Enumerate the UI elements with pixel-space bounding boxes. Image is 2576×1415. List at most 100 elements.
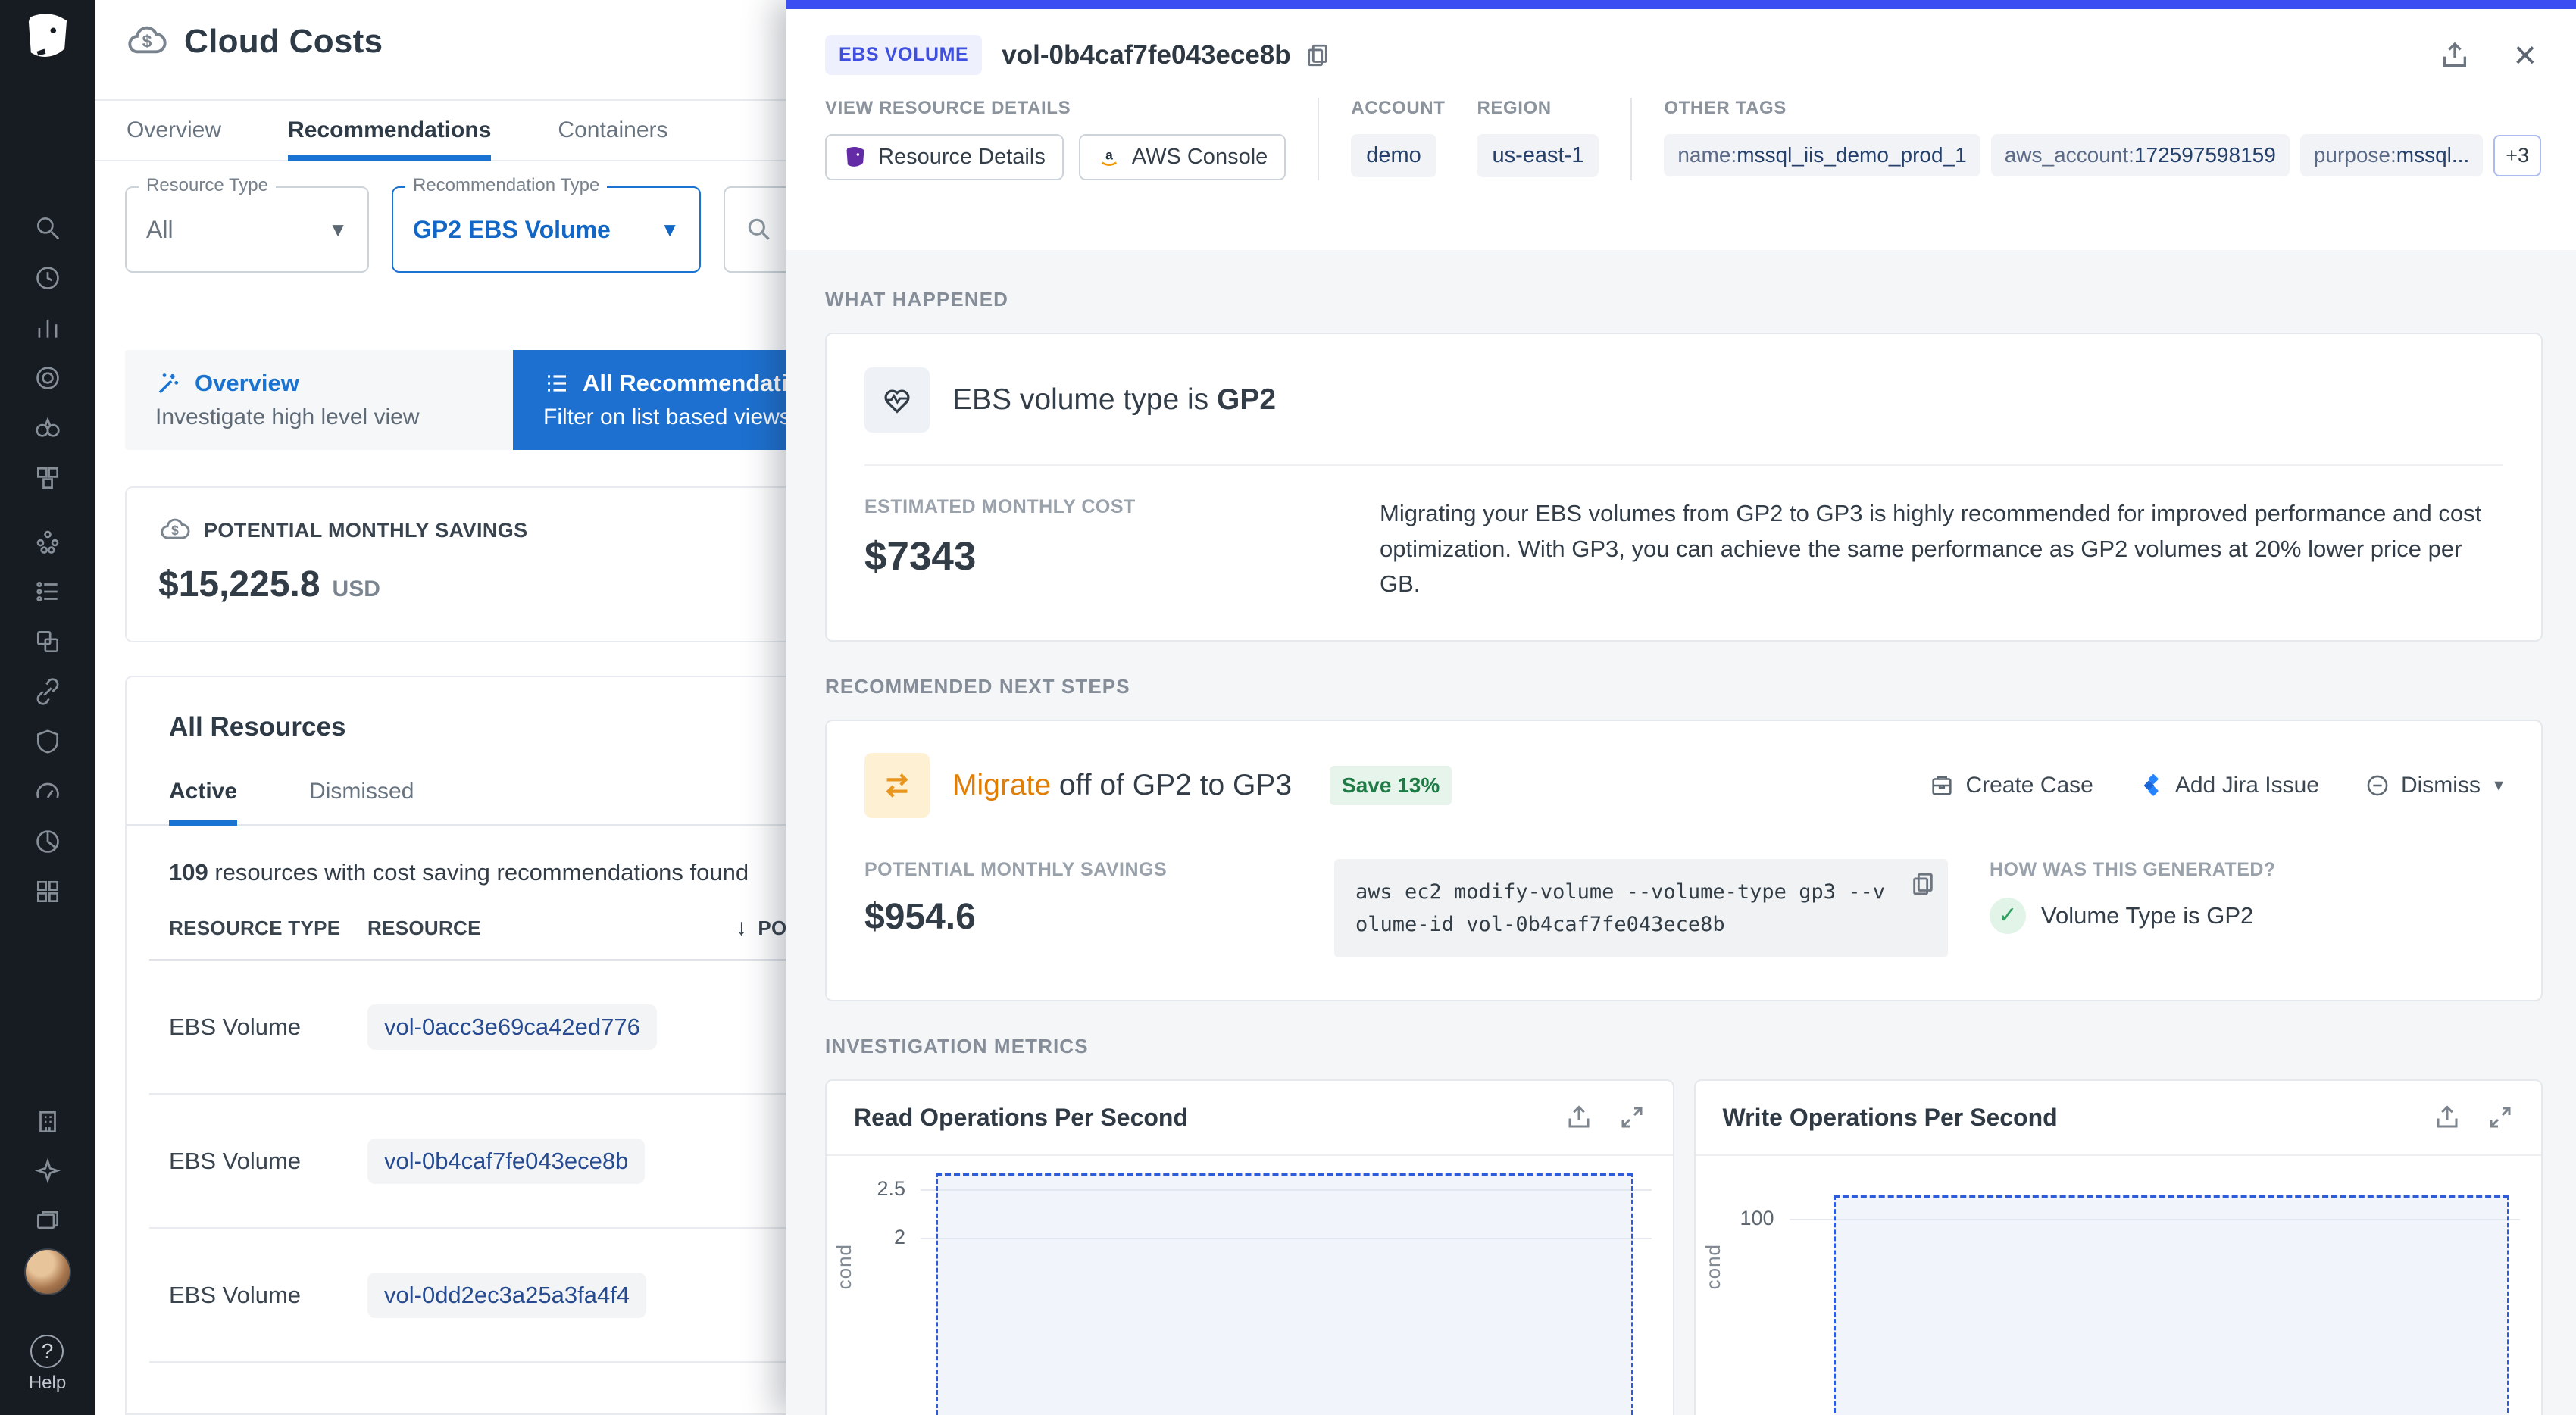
copy-icon[interactable] <box>1305 42 1330 68</box>
column-potential-savings[interactable]: ↓POTENTIAL SAVINGS <box>736 915 786 941</box>
binoculars-icon[interactable] <box>33 414 62 442</box>
resource-link[interactable]: vol-0acc3e69ca42ed776 <box>367 1004 657 1050</box>
cli-command: aws ec2 modify-volume --volume-type gp3 … <box>1355 876 1895 941</box>
aws-console-button[interactable]: a AWS Console <box>1079 134 1286 180</box>
help-label[interactable]: Help <box>29 1373 66 1394</box>
table-row[interactable]: EBS Volume vol-0dd2ec3a25a3fa4f4 <box>149 1229 786 1363</box>
tag[interactable]: purpose:mssql... <box>2300 134 2483 176</box>
view-card-overview[interactable]: Overview Investigate high level view <box>125 350 513 450</box>
aws-icon: a <box>1097 145 1121 170</box>
building-icon[interactable] <box>33 1107 62 1136</box>
search-icon[interactable] <box>33 214 62 242</box>
user-avatar[interactable] <box>24 1248 71 1295</box>
potential-savings-card: $ POTENTIAL MONTHLY SAVINGS $15,225.8 US… <box>125 486 786 642</box>
savings-label: POTENTIAL MONTHLY SAVINGS <box>204 519 528 542</box>
tag[interactable]: name:mssql_iis_demo_prod_1 <box>1664 134 1980 176</box>
what-happened-heading: WHAT HAPPENED <box>825 288 2543 311</box>
expand-icon[interactable] <box>1618 1104 1646 1131</box>
filter-search-input[interactable]: Filter <box>724 186 786 273</box>
potential-savings-label: POTENTIAL MONTHLY SAVINGS <box>864 859 1293 881</box>
shield-icon[interactable] <box>33 727 62 756</box>
y-axis-label: cond <box>1702 1244 1725 1289</box>
resource-details-button[interactable]: Resource Details <box>825 134 1064 180</box>
column-resource-type[interactable]: RESOURCE TYPE <box>169 917 367 940</box>
page-tabs: Overview Recommendations Containers <box>95 99 786 161</box>
tab-recommendations[interactable]: Recommendations <box>288 101 491 160</box>
search-icon <box>745 215 774 244</box>
resources-table: RESOURCE TYPE RESOURCE ↓POTENTIAL SAVING… <box>149 915 786 1363</box>
wand-icon <box>155 370 183 397</box>
svg-text:a: a <box>1105 147 1113 162</box>
view-card-all-recommendations[interactable]: All Recommendations Filter on list based… <box>513 350 786 450</box>
column-resource[interactable]: RESOURCE <box>367 917 693 940</box>
view-card-title: All Recommendations <box>583 370 786 397</box>
write-ops-series <box>1790 1292 2532 1415</box>
export-icon[interactable] <box>2434 1104 2461 1131</box>
datadog-logo-icon[interactable] <box>18 8 77 67</box>
estimated-cost-value: $7343 <box>864 533 1334 579</box>
layers-icon[interactable] <box>33 1207 62 1236</box>
region-value[interactable]: us-east-1 <box>1477 134 1599 177</box>
generated-reason: Volume Type is GP2 <box>2041 902 2253 929</box>
grid-icon[interactable] <box>33 877 62 906</box>
chart-title: Write Operations Per Second <box>1723 1104 2058 1132</box>
table-row[interactable]: EBS Volume vol-0b4caf7fe043ece8b <box>149 1095 786 1229</box>
bar-chart-icon[interactable] <box>33 314 62 342</box>
table-row[interactable]: EBS Volume vol-0acc3e69ca42ed776 <box>149 961 786 1095</box>
recommendation-type-label: Recommendation Type <box>405 175 607 196</box>
migrate-swap-icon <box>864 753 930 818</box>
check-icon: ✓ <box>1990 898 2026 934</box>
close-icon[interactable]: × <box>2514 36 2537 75</box>
tab-dismissed[interactable]: Dismissed <box>309 779 414 824</box>
recommendation-type-value: GP2 EBS Volume <box>413 216 611 244</box>
app-sidebar: ? Help <box>0 0 95 1415</box>
copy-icon[interactable] <box>1910 871 1936 897</box>
svg-text:$: $ <box>171 523 179 538</box>
what-happened-card: EBS volume type is GP2 ESTIMATED MONTHLY… <box>825 333 2543 642</box>
account-value[interactable]: demo <box>1351 134 1436 177</box>
recommendation-type-select[interactable]: Recommendation Type GP2 EBS Volume ▼ <box>392 186 701 273</box>
cubes-icon[interactable] <box>33 464 62 492</box>
resource-link[interactable]: vol-0dd2ec3a25a3fa4f4 <box>367 1273 646 1318</box>
panel-accent-bar <box>786 0 2576 9</box>
pie-icon[interactable] <box>33 827 62 856</box>
dismiss-button[interactable]: Dismiss ▾ <box>2365 773 2503 798</box>
tab-containers[interactable]: Containers <box>558 101 667 160</box>
tab-active[interactable]: Active <box>169 779 237 824</box>
windows-icon[interactable] <box>33 627 62 656</box>
resource-link[interactable]: vol-0b4caf7fe043ece8b <box>367 1139 645 1184</box>
estimated-cost-label: ESTIMATED MONTHLY COST <box>864 496 1334 518</box>
cli-command-block: aws ec2 modify-volume --volume-type gp3 … <box>1334 859 1948 957</box>
y-tick: 100 <box>1724 1207 1774 1230</box>
link-icon[interactable] <box>33 677 62 706</box>
gauge-icon[interactable] <box>33 777 62 806</box>
resources-title: All Resources <box>127 712 786 742</box>
read-ops-plot[interactable]: cond 2.5 2 <box>827 1156 1673 1415</box>
write-ops-chart-card: Write Operations Per Second cond 100 <box>1694 1079 2543 1415</box>
list-icon <box>543 370 571 397</box>
add-jira-issue-button[interactable]: Add Jira Issue <box>2139 773 2319 798</box>
view-card-title: Overview <box>195 370 299 397</box>
cluster-icon[interactable] <box>33 527 62 556</box>
export-icon[interactable] <box>1565 1104 1593 1131</box>
resource-type-select[interactable]: Resource Type All ▼ <box>125 186 369 273</box>
generated-label: HOW WAS THIS GENERATED? <box>1990 859 2503 881</box>
expand-icon[interactable] <box>2487 1104 2514 1131</box>
tab-overview[interactable]: Overview <box>127 101 221 160</box>
create-case-button[interactable]: Create Case <box>1929 773 2093 798</box>
investigation-metrics-heading: INVESTIGATION METRICS <box>825 1035 2543 1058</box>
case-icon <box>1929 773 1955 798</box>
target-icon[interactable] <box>33 364 62 392</box>
more-tags-button[interactable]: +3 <box>2493 135 2541 176</box>
export-icon[interactable] <box>2440 40 2470 70</box>
log-list-icon[interactable] <box>33 577 62 606</box>
sparkle-icon[interactable] <box>33 1157 62 1186</box>
help-icon[interactable]: ? <box>30 1335 64 1368</box>
next-steps-heading: RECOMMENDED NEXT STEPS <box>825 675 2543 698</box>
write-ops-plot[interactable]: cond 100 <box>1696 1156 2542 1415</box>
cloud-dollar-icon: $ <box>125 20 169 64</box>
caret-down-icon: ▾ <box>2494 774 2503 796</box>
view-card-subtitle: Investigate high level view <box>155 405 483 430</box>
clock-icon[interactable] <box>33 264 62 292</box>
tag[interactable]: aws_account:172597598159 <box>1991 134 2290 176</box>
